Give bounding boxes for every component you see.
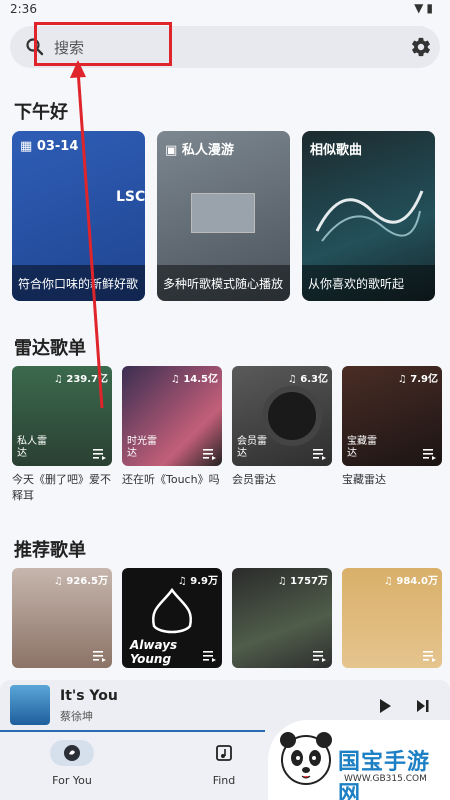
annotation-arrow [70, 60, 104, 409]
